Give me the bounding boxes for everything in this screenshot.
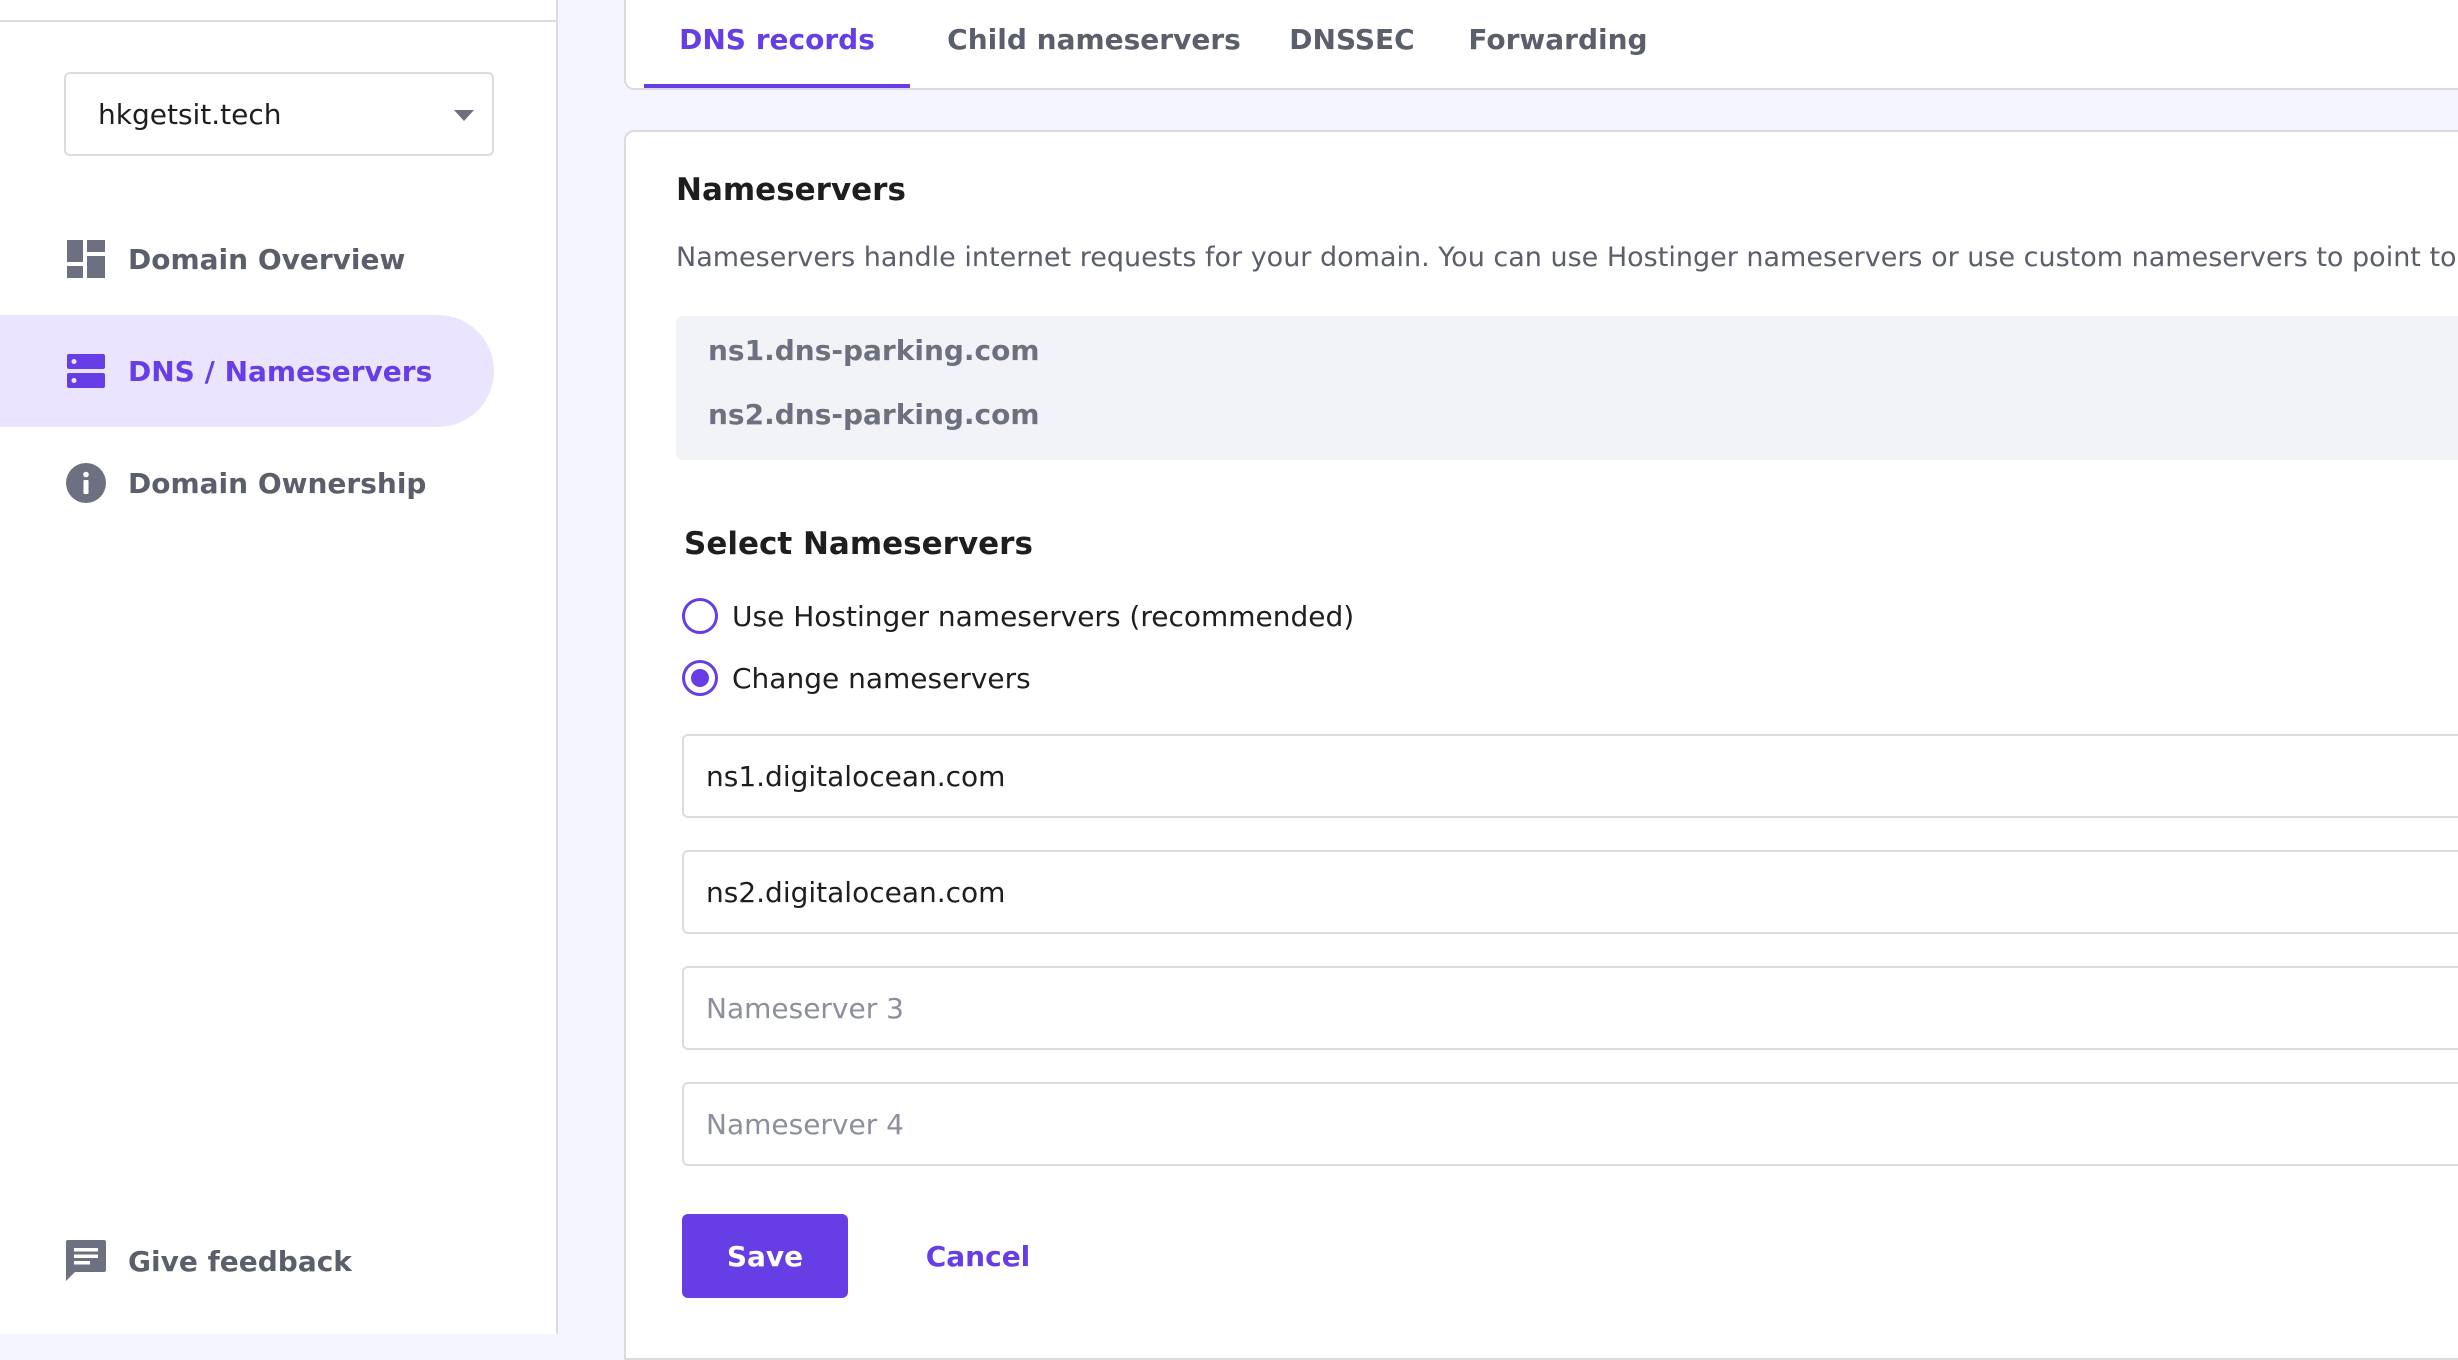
current-nameserver-1: ns1.dns-parking.com <box>708 334 1040 367</box>
section-title: Nameservers <box>676 172 906 208</box>
select-nameservers-title: Select Nameservers <box>684 526 1033 562</box>
domain-select[interactable]: hkgetsit.tech <box>64 72 494 156</box>
radio-button-selected[interactable] <box>682 660 718 696</box>
tab-dnssec[interactable]: DNSSEC <box>1282 0 1422 88</box>
radio-label: Change nameservers <box>732 661 1031 695</box>
tab-label: Child nameservers <box>947 22 1241 56</box>
dns-icon <box>66 351 106 391</box>
radio-label: Use Hostinger nameservers (recommended) <box>732 599 1355 633</box>
radio-selected-dot <box>691 669 709 687</box>
tab-dns-records[interactable]: DNS records <box>644 0 910 88</box>
tab-forwarding[interactable]: Forwarding <box>1458 0 1658 88</box>
radio-change-nameservers[interactable]: Change nameservers <box>682 658 1031 698</box>
tab-label: DNS records <box>679 22 875 56</box>
tab-child-nameservers[interactable]: Child nameservers <box>944 0 1244 88</box>
current-nameserver-2: ns2.dns-parking.com <box>708 398 1040 431</box>
radio-use-hostinger-nameservers[interactable]: Use Hostinger nameservers (recommended) <box>682 596 1354 636</box>
feedback-icon <box>66 1240 106 1282</box>
tab-bar: DNS records Child nameservers DNSSEC For… <box>624 0 2458 90</box>
sidebar-item-domain-ownership[interactable]: Domain Ownership <box>0 427 494 539</box>
dashboard-icon <box>66 239 106 279</box>
nameservers-card: Nameservers Nameservers handle internet … <box>624 130 2458 1360</box>
sidebar-item-dns-nameservers[interactable]: DNS / Nameservers <box>0 315 494 427</box>
give-feedback-label: Give feedback <box>128 1244 352 1278</box>
chevron-down-icon <box>454 110 474 121</box>
nameserver-3-input[interactable] <box>682 966 2458 1050</box>
nameserver-1-input[interactable] <box>682 734 2458 818</box>
info-icon <box>66 463 106 503</box>
sidebar-item-domain-overview[interactable]: Domain Overview <box>0 203 494 315</box>
sidebar-item-label: DNS / Nameservers <box>128 354 433 388</box>
give-feedback-link[interactable]: Give feedback <box>66 1236 352 1286</box>
sidebar-item-label: Domain Ownership <box>128 466 427 500</box>
sidebar: hkgetsit.tech Domain Overview DNS / Name… <box>0 0 558 1334</box>
nameserver-4-input[interactable] <box>682 1082 2458 1166</box>
tab-label: DNSSEC <box>1289 22 1415 56</box>
domain-select-value: hkgetsit.tech <box>98 97 282 131</box>
sidebar-header-divider <box>0 0 556 22</box>
radio-button[interactable] <box>682 598 718 634</box>
nameserver-2-input[interactable] <box>682 850 2458 934</box>
save-button[interactable]: Save <box>682 1214 848 1298</box>
sidebar-item-label: Domain Overview <box>128 242 406 276</box>
tab-label: Forwarding <box>1468 22 1648 56</box>
current-nameservers-box: ns1.dns-parking.com ns2.dns-parking.com <box>676 316 2458 460</box>
cancel-button[interactable]: Cancel <box>908 1214 1048 1298</box>
section-description: Nameservers handle internet requests for… <box>676 242 2458 273</box>
